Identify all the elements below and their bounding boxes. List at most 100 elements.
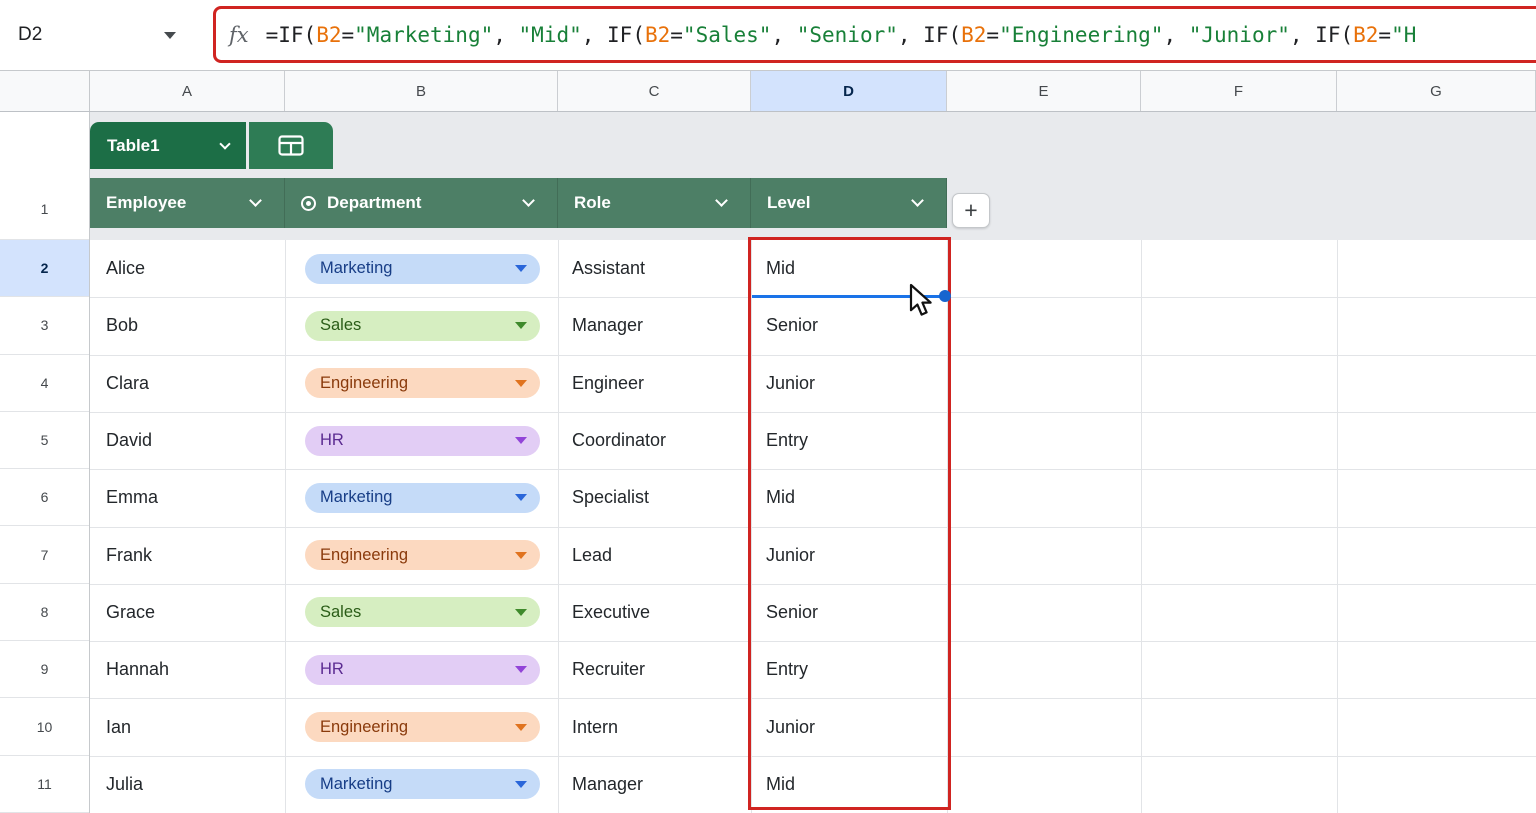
cell-A9[interactable]: Hannah	[106, 641, 276, 698]
department-chip-B8[interactable]: Sales	[305, 597, 540, 627]
column-header-G[interactable]: G	[1337, 71, 1536, 111]
table-header-level[interactable]: Level	[751, 178, 947, 228]
formula-token: "Marketing"	[354, 23, 493, 47]
cell-A11[interactable]: Julia	[106, 756, 276, 813]
column-header-A[interactable]: A	[90, 71, 285, 111]
column-header-B[interactable]: B	[285, 71, 558, 111]
department-chip-label: Marketing	[320, 259, 392, 278]
cell-A3[interactable]: Bob	[106, 297, 276, 354]
table-header-label: Department	[327, 193, 421, 213]
table-header-label: Level	[767, 193, 810, 213]
table-header-label: Employee	[106, 193, 186, 213]
row-header-1[interactable]: 1	[0, 178, 89, 240]
cell-D8[interactable]: Senior	[766, 584, 931, 641]
table-header-role[interactable]: Role	[558, 178, 751, 228]
row-header-5[interactable]: 5	[0, 412, 89, 469]
row-header-4[interactable]: 4	[0, 355, 89, 412]
row-header-6[interactable]: 6	[0, 469, 89, 526]
table-icon	[278, 135, 304, 156]
department-chip-B9[interactable]: HR	[305, 655, 540, 685]
department-chip-label: Engineering	[320, 546, 408, 565]
formula-token: ,	[771, 23, 796, 47]
chevron-down-icon[interactable]	[522, 194, 535, 207]
cell-C2[interactable]: Assistant	[572, 240, 737, 297]
formula-token: "Engineering"	[999, 23, 1163, 47]
cell-C5[interactable]: Coordinator	[572, 412, 737, 469]
name-box[interactable]: D2	[18, 0, 42, 70]
dropdown-chip-icon	[301, 196, 316, 211]
cell-D5[interactable]: Entry	[766, 412, 931, 469]
chevron-down-icon[interactable]	[249, 194, 262, 207]
row-header-3[interactable]: 3	[0, 297, 89, 354]
formula-annotation-box: fx =IF(B2="Marketing", "Mid", IF(B2="Sal…	[213, 6, 1536, 63]
cell-A10[interactable]: Ian	[106, 698, 276, 755]
cell-C9[interactable]: Recruiter	[572, 641, 737, 698]
column-header-D[interactable]: D	[751, 71, 947, 111]
cell-D9[interactable]: Entry	[766, 641, 931, 698]
department-chip-label: Sales	[320, 603, 361, 622]
cell-C11[interactable]: Manager	[572, 756, 737, 813]
column-header-E[interactable]: E	[947, 71, 1141, 111]
column-header-C[interactable]: C	[558, 71, 751, 111]
row-header-9[interactable]: 9	[0, 641, 89, 698]
select-all-corner[interactable]	[0, 71, 90, 111]
cell-A7[interactable]: Frank	[106, 527, 276, 584]
table-header-employee[interactable]: Employee	[90, 178, 285, 228]
cell-D4[interactable]: Junior	[766, 355, 931, 412]
chevron-down-icon	[515, 380, 527, 387]
cell-A2[interactable]: Alice	[106, 240, 276, 297]
table-name-tab[interactable]: Table1	[90, 122, 246, 169]
cell-D11[interactable]: Mid	[766, 756, 931, 813]
cell-D3[interactable]: Senior	[766, 297, 931, 354]
department-chip-B5[interactable]: HR	[305, 426, 540, 456]
chevron-down-icon	[219, 138, 230, 149]
add-column-button[interactable]: +	[952, 193, 990, 228]
fill-handle[interactable]	[939, 290, 951, 302]
department-chip-B7[interactable]: Engineering	[305, 540, 540, 570]
cell-C4[interactable]: Engineer	[572, 355, 737, 412]
row-header-7[interactable]: 7	[0, 527, 89, 584]
cell-A5[interactable]: David	[106, 412, 276, 469]
table-header-label: Role	[574, 193, 611, 213]
department-chip-B3[interactable]: Sales	[305, 311, 540, 341]
department-chip-B11[interactable]: Marketing	[305, 769, 540, 799]
formula-token: "H	[1391, 23, 1416, 47]
cell-C10[interactable]: Intern	[572, 698, 737, 755]
table-header-department[interactable]: Department	[285, 178, 558, 228]
cell-A4[interactable]: Clara	[106, 355, 276, 412]
cell-D6[interactable]: Mid	[766, 469, 931, 526]
cell-C7[interactable]: Lead	[572, 527, 737, 584]
cell-D10[interactable]: Junior	[766, 698, 931, 755]
formula-token: B2	[1353, 23, 1378, 47]
table-header-row: Employee Department Role Level	[90, 178, 947, 228]
formula-token: =	[342, 23, 355, 47]
formula-token: =	[670, 23, 683, 47]
formula-token: "Mid"	[519, 23, 582, 47]
department-chip-B6[interactable]: Marketing	[305, 483, 540, 513]
table-icon-tab[interactable]	[249, 122, 333, 169]
cell-A8[interactable]: Grace	[106, 584, 276, 641]
row-header-8[interactable]: 8	[0, 584, 89, 641]
cell-C8[interactable]: Executive	[572, 584, 737, 641]
cell-D2[interactable]: Mid	[766, 240, 931, 297]
fx-icon: fx	[229, 23, 249, 47]
department-chip-B4[interactable]: Engineering	[305, 368, 540, 398]
row-header-11[interactable]: 11	[0, 756, 89, 813]
department-chip-label: Engineering	[320, 718, 408, 737]
cell-D7[interactable]: Junior	[766, 527, 931, 584]
formula-token: B2	[645, 23, 670, 47]
department-chip-label: HR	[320, 660, 344, 679]
cell-C3[interactable]: Manager	[572, 297, 737, 354]
formula-input[interactable]: =IF(B2="Marketing", "Mid", IF(B2="Sales"…	[266, 23, 1417, 47]
row-header-2[interactable]: 2	[0, 240, 89, 297]
formula-token: , IF(	[1290, 23, 1353, 47]
department-chip-B2[interactable]: Marketing	[305, 254, 540, 284]
name-box-dropdown-icon[interactable]	[164, 32, 176, 39]
cell-C6[interactable]: Specialist	[572, 469, 737, 526]
chevron-down-icon[interactable]	[715, 194, 728, 207]
department-chip-B10[interactable]: Engineering	[305, 712, 540, 742]
column-header-F[interactable]: F	[1141, 71, 1337, 111]
row-header-10[interactable]: 10	[0, 698, 89, 755]
chevron-down-icon[interactable]	[911, 194, 924, 207]
cell-A6[interactable]: Emma	[106, 469, 276, 526]
